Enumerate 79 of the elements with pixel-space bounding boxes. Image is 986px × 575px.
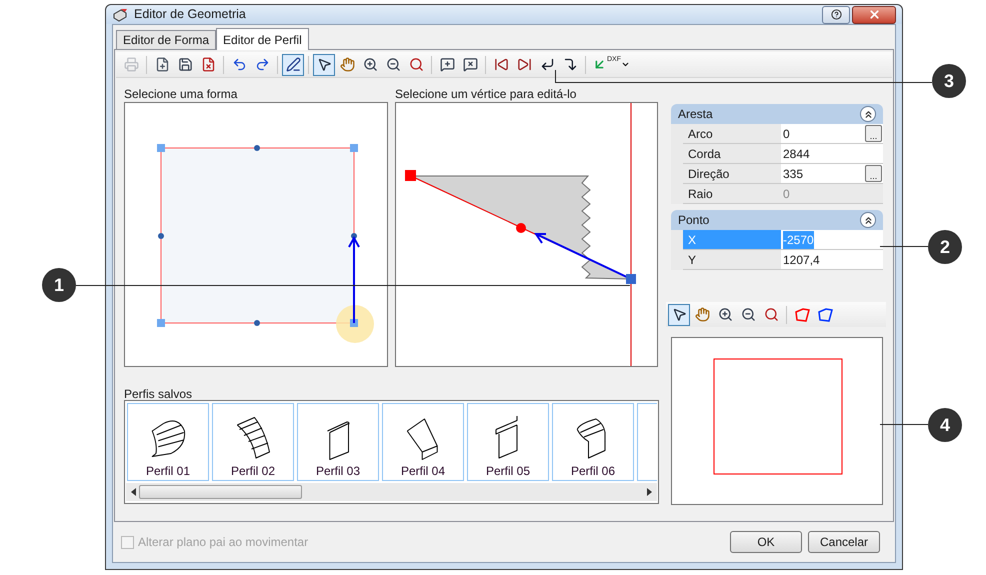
dialog-button[interactable]: Cancelar <box>808 531 880 553</box>
pointer-icon <box>672 307 686 322</box>
section-label: Perfis salvos <box>124 386 194 400</box>
toolbar-button[interactable] <box>282 54 304 76</box>
panel-label: Selecione um vértice para editá-lo <box>395 86 578 102</box>
magnifier-icon <box>408 57 424 72</box>
profile-name: Perfil 06 <box>570 463 616 480</box>
profile-name: Perfil 05 <box>486 463 530 480</box>
property-value-field[interactable]: 1207,4 <box>781 250 883 270</box>
collapse-icon <box>862 108 874 120</box>
zoom-in-icon <box>362 57 378 72</box>
new-file-icon <box>154 57 170 72</box>
tab[interactable]: Editor de Forma <box>116 30 216 49</box>
profile-tile[interactable]: Perfil 02 <box>212 403 294 481</box>
callout-badge: 1 <box>42 268 76 302</box>
skip-back-icon <box>494 57 508 72</box>
window-title: Editor de Geometria <box>134 6 246 24</box>
property-value-field[interactable]: 0 ... <box>781 124 883 144</box>
section-header[interactable]: Ponto <box>671 210 883 230</box>
tab[interactable]: Editor de Perfil <box>216 28 309 50</box>
printer-icon <box>124 57 138 72</box>
horizontal-scrollbar[interactable] <box>126 483 657 501</box>
help-icon <box>830 9 842 20</box>
collapse-toggle[interactable] <box>860 212 876 228</box>
remove-comment-icon <box>462 57 478 72</box>
profile-tile[interactable]: Perfil 01 <box>127 403 209 481</box>
dialog-button[interactable]: OK <box>730 531 802 553</box>
delete-file-icon <box>200 57 216 72</box>
section-title: Ponto <box>678 212 710 229</box>
return-arrow-icon <box>540 57 554 72</box>
zoom-out-icon <box>740 307 756 322</box>
down-arrow-icon <box>562 57 578 72</box>
hand-icon <box>694 307 710 322</box>
section-header[interactable]: Aresta <box>671 104 883 124</box>
profile-tile[interactable]: Perfil 06 <box>552 403 634 481</box>
profile-name: Perfil 01 <box>146 463 190 480</box>
undo-icon <box>232 57 246 72</box>
property-value-field[interactable]: 335 ... <box>781 164 883 184</box>
ellipsis-button[interactable]: ... <box>865 125 882 142</box>
property-label: Raio <box>683 184 781 204</box>
pointer-icon <box>316 57 332 72</box>
close-icon <box>868 8 880 21</box>
pen-icon <box>286 57 300 72</box>
zoom-out-icon <box>386 57 400 72</box>
collapse-icon <box>862 214 874 226</box>
zoom-in-icon <box>718 307 732 322</box>
app-icon <box>112 8 128 22</box>
callout-badge: 4 <box>928 408 962 442</box>
property-label: X <box>683 230 781 250</box>
panel-label: Selecione uma forma <box>124 86 238 102</box>
callout-badge: 3 <box>932 64 966 98</box>
callout-badge: 2 <box>928 230 962 264</box>
close-button[interactable] <box>852 6 896 24</box>
section-title: Aresta <box>678 106 713 123</box>
toolbar-button[interactable] <box>668 304 690 326</box>
profile-tile[interactable]: Perfil 04 <box>382 403 464 481</box>
help-button[interactable] <box>822 6 850 24</box>
leader-line <box>880 424 928 425</box>
collapse-toggle[interactable] <box>860 106 876 122</box>
scroll-right-icon <box>647 488 652 496</box>
profile-tile[interactable]: Perfil 05 <box>467 403 549 481</box>
profile-name: Perfil 03 <box>316 463 360 480</box>
leader-line <box>880 246 928 247</box>
profile-tile[interactable]: Perfil 03 <box>297 403 379 481</box>
toolbar-button[interactable] <box>313 54 335 76</box>
profile-tile[interactable] <box>637 403 657 481</box>
scroll-thumb[interactable] <box>139 485 302 499</box>
skip-forward-icon <box>516 57 532 72</box>
redo-icon <box>254 57 270 72</box>
property-value-field[interactable]: 2844 <box>781 144 883 164</box>
hand-icon <box>340 57 354 72</box>
scroll-left-icon <box>131 488 136 496</box>
profile-name: Perfil 02 <box>230 463 276 480</box>
save-icon <box>178 57 192 72</box>
add-comment-icon <box>440 57 454 72</box>
magnifier-icon <box>764 307 778 322</box>
profile-name: Perfil 04 <box>400 463 446 480</box>
caret-icon <box>621 60 630 69</box>
ellipsis-button[interactable]: ... <box>865 165 882 182</box>
